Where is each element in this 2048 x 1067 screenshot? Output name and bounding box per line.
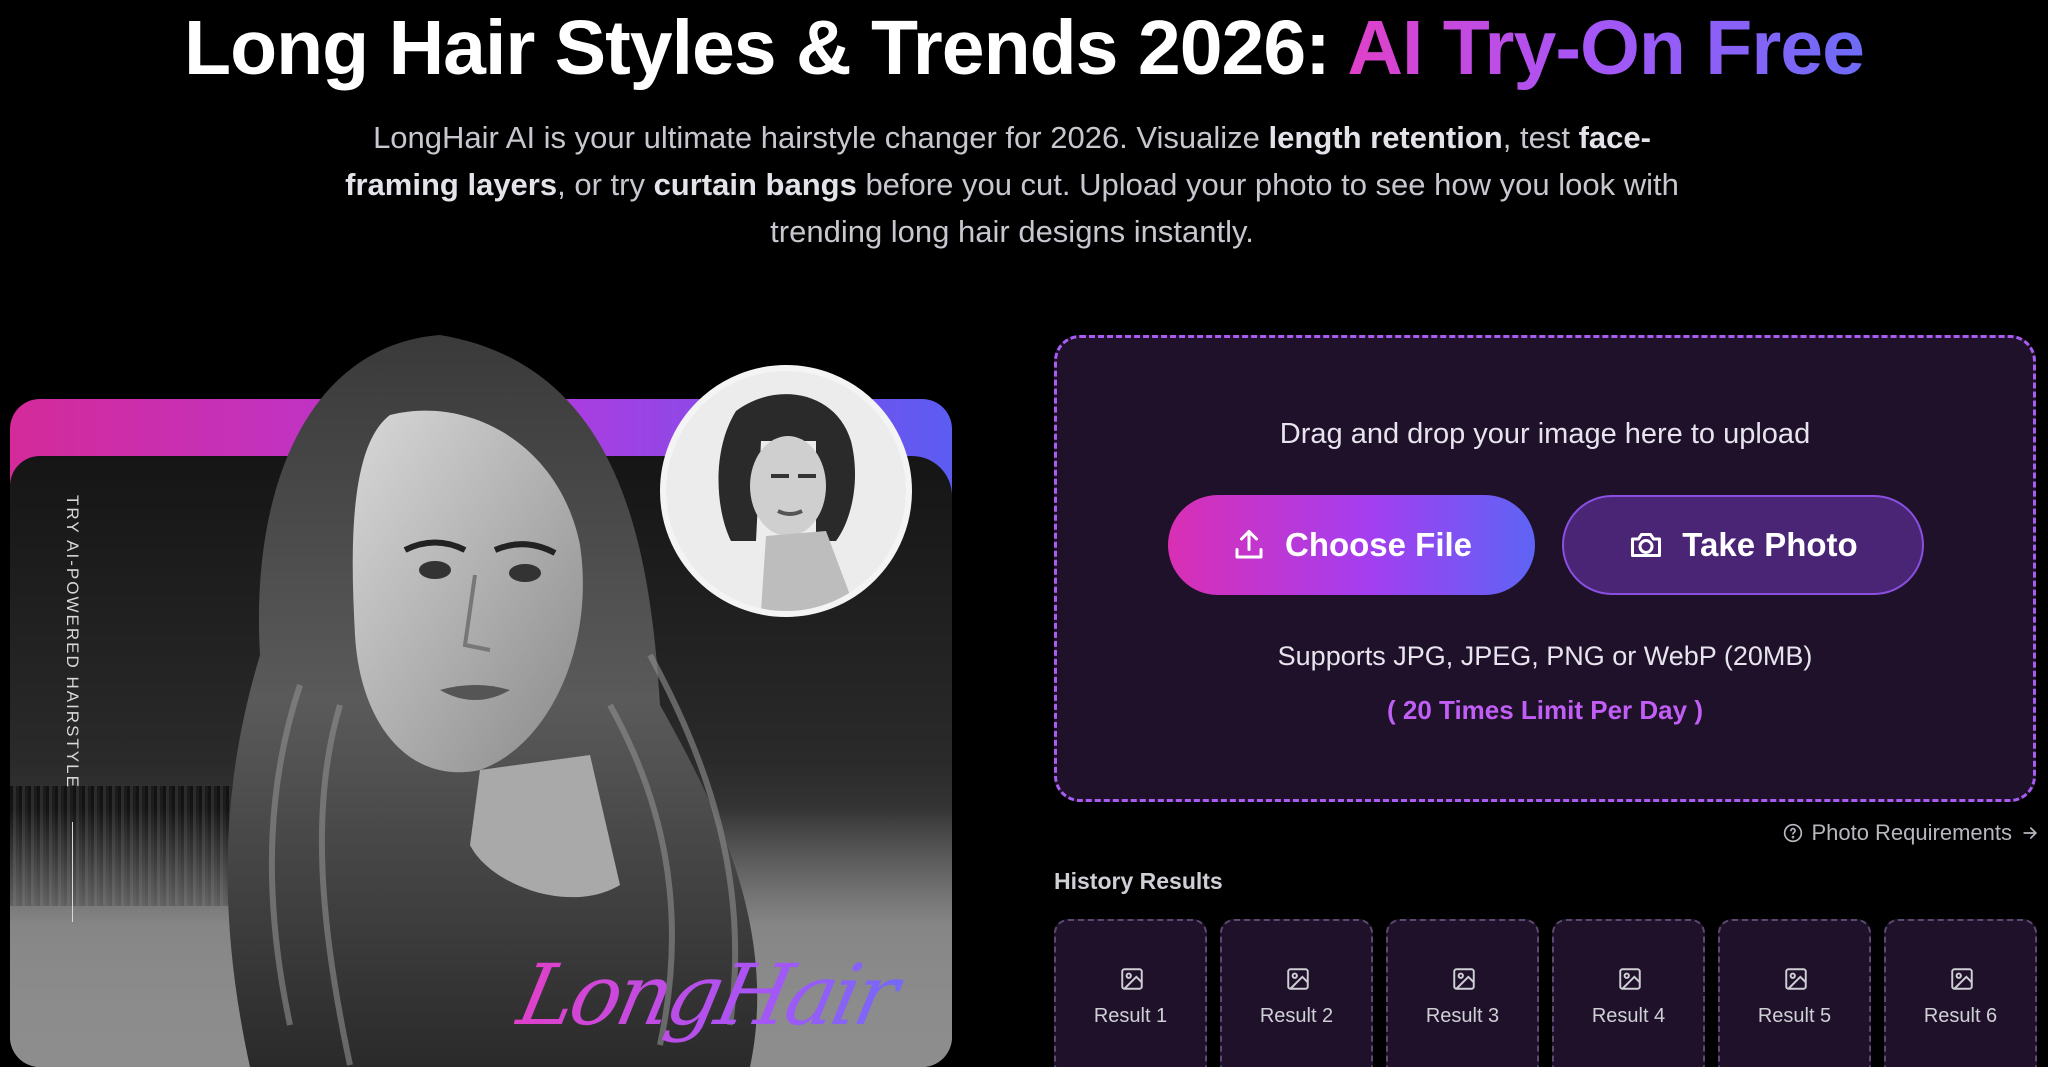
image-placeholder-icon bbox=[1453, 968, 1475, 990]
subtitle-text: LongHair AI is your ultimate hairstyle c… bbox=[373, 120, 1269, 155]
vertical-divider bbox=[72, 822, 73, 922]
vertical-tagline: TRY AI-POWERED HAIRSTYLE bbox=[63, 495, 82, 789]
subtitle-emphasis: curtain bangs bbox=[653, 167, 857, 202]
dropzone-hint: Drag and drop your image here to upload bbox=[1279, 418, 1811, 450]
take-photo-button[interactable]: Take Photo bbox=[1562, 495, 1924, 595]
image-placeholder-icon bbox=[1287, 968, 1309, 990]
reference-avatar-image bbox=[660, 365, 912, 617]
page-subtitle: LongHair AI is your ultimate hairstyle c… bbox=[344, 114, 1680, 255]
history-result-slot[interactable]: Result 5 bbox=[1718, 919, 1871, 1067]
page-title-accent: AI Try-On Free bbox=[1347, 5, 1865, 91]
photo-requirements-link[interactable]: Photo Requirements bbox=[1783, 820, 2040, 846]
daily-limit-note: ( 20 Times Limit Per Day ) bbox=[1387, 695, 1703, 725]
history-results-list: Result 1 Result 2 Result 3 Result 4 Resu… bbox=[1054, 919, 2037, 1067]
upload-dropzone[interactable]: Drag and drop your image here to upload … bbox=[1054, 335, 2036, 802]
subtitle-emphasis: length retention bbox=[1268, 120, 1503, 155]
camera-icon bbox=[1631, 533, 1662, 557]
photo-requirements-label: Photo Requirements bbox=[1811, 820, 2012, 845]
history-result-slot[interactable]: Result 6 bbox=[1884, 919, 2037, 1067]
subtitle-text: before you cut. Upload your photo to see… bbox=[770, 167, 1679, 249]
bob-hairstyle-illustration bbox=[666, 371, 906, 611]
history-result-label: Result 3 bbox=[1425, 1005, 1500, 1027]
supported-formats: Supports JPG, JPEG, PNG or WebP (20MB) bbox=[1277, 641, 1813, 671]
history-result-label: Result 4 bbox=[1591, 1005, 1666, 1027]
history-result-label: Result 5 bbox=[1757, 1005, 1832, 1027]
history-result-slot[interactable]: Result 2 bbox=[1220, 919, 1373, 1067]
brand-signature: LongHair bbox=[508, 940, 931, 1050]
arrow-right-icon bbox=[2023, 827, 2037, 839]
history-result-slot[interactable]: Result 4 bbox=[1552, 919, 1705, 1067]
history-result-label: Result 1 bbox=[1093, 1005, 1168, 1027]
subtitle-text: , or try bbox=[557, 167, 654, 202]
choose-file-button[interactable]: Choose File bbox=[1168, 495, 1535, 595]
choose-file-label: Choose File bbox=[1284, 526, 1473, 563]
upload-icon bbox=[1235, 530, 1263, 559]
take-photo-label: Take Photo bbox=[1682, 526, 1858, 563]
history-result-label: Result 6 bbox=[1923, 1005, 1998, 1027]
image-placeholder-icon bbox=[1951, 968, 1973, 990]
image-placeholder-icon bbox=[1619, 968, 1641, 990]
image-placeholder-icon bbox=[1785, 968, 1807, 990]
image-placeholder-icon bbox=[1121, 968, 1143, 990]
page-title: Long Hair Styles & Trends 2026: AI Try-O… bbox=[0, 0, 2048, 96]
page-title-main: Long Hair Styles & Trends 2026: bbox=[184, 5, 1348, 91]
history-result-slot[interactable]: Result 1 bbox=[1054, 919, 1207, 1067]
history-results-heading: History Results bbox=[1054, 868, 1223, 894]
history-result-label: Result 2 bbox=[1259, 1005, 1334, 1027]
help-circle-icon bbox=[1784, 823, 1803, 843]
history-result-slot[interactable]: Result 3 bbox=[1386, 919, 1539, 1067]
subtitle-text: , test bbox=[1502, 120, 1579, 155]
